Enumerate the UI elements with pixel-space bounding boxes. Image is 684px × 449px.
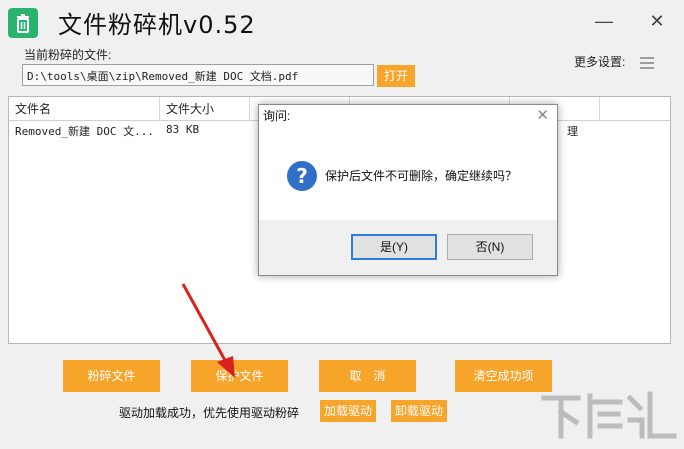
confirm-dialog: 询问: ✕ ? 保护后文件不可删除，确定继续吗？ 是(Y) 否(N) — [258, 104, 558, 276]
minimize-button[interactable]: — — [589, 10, 619, 32]
question-icon: ? — [287, 161, 317, 191]
dialog-title: 询问: — [263, 109, 291, 123]
dialog-footer: 是(Y) 否(N) — [259, 220, 557, 275]
app-trash-icon — [8, 8, 38, 38]
no-button[interactable]: 否(N) — [447, 234, 533, 260]
column-header-filename[interactable]: 文件名 — [9, 97, 160, 121]
load-driver-button[interactable]: 加载驱动 — [320, 400, 376, 422]
shred-file-button[interactable]: 粉碎文件 — [63, 360, 160, 392]
annotation-arrow-icon — [175, 282, 245, 387]
column-header-filesize[interactable]: 文件大小 — [160, 97, 250, 121]
watermark-logo — [538, 386, 678, 449]
file-path-field[interactable]: D:\tools\桌面\zip\Removed_新建 DOC 文档.pdf — [22, 64, 374, 86]
current-file-label: 当前粉碎的文件: — [24, 48, 112, 62]
driver-status-text: 驱动加载成功，优先使用驱动粉碎 — [119, 406, 300, 420]
row-filesize: 83 KB — [166, 123, 200, 136]
settings-menu-icon[interactable] — [640, 56, 654, 69]
app-title: 文件粉碎机v0.52 — [58, 11, 256, 39]
open-button[interactable]: 打开 — [377, 65, 415, 87]
column-header-6[interactable] — [600, 97, 672, 121]
row-status: 理 — [567, 125, 578, 138]
close-button[interactable]: ✕ — [642, 10, 672, 32]
dialog-message: 保护后文件不可删除，确定继续吗？ — [325, 169, 518, 183]
unload-driver-button[interactable]: 卸载驱动 — [391, 400, 447, 422]
more-settings-label: 更多设置: — [574, 55, 626, 69]
cancel-button[interactable]: 取 消 — [319, 360, 416, 392]
row-filename: Removed_新建 DOC 文... — [15, 125, 154, 138]
dialog-close-button[interactable]: ✕ — [536, 106, 549, 124]
yes-button[interactable]: 是(Y) — [351, 234, 437, 260]
